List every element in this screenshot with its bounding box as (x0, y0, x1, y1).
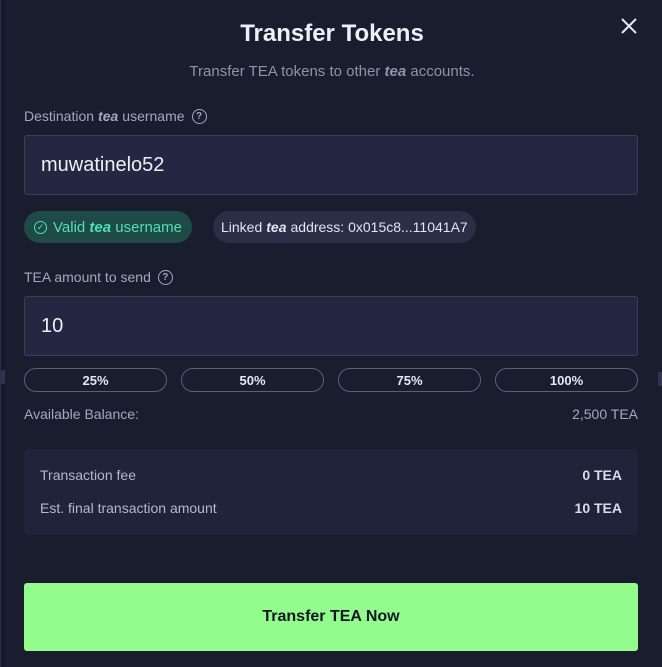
fee-value: 0 TEA (582, 467, 622, 483)
valid-username-badge: ✓ Valid tea username (24, 211, 192, 243)
percent-25-button[interactable]: 25% (24, 368, 167, 392)
amount-input[interactable]: 10 (24, 296, 638, 356)
destination-label-post: username (122, 108, 185, 124)
balance-row: Available Balance: 2,500 TEA (24, 406, 638, 422)
side-tick (1, 370, 5, 384)
percent-50-button[interactable]: 50% (181, 368, 324, 392)
username-input[interactable]: muwatinelo52 (24, 135, 638, 195)
help-icon[interactable]: ? (157, 269, 173, 285)
balance-label: Available Balance: (24, 406, 139, 422)
percent-75-button[interactable]: 75% (338, 368, 481, 392)
destination-label-pre: Destination (24, 108, 95, 124)
final-label: Est. final transaction amount (40, 500, 217, 516)
percent-100-button[interactable]: 100% (495, 368, 638, 392)
subtitle-emphasis: tea (384, 63, 407, 80)
modal-title: Transfer Tokens (240, 20, 424, 47)
fee-row: Transaction fee 0 TEA (40, 467, 622, 483)
balance-value: 2,500 TEA (572, 406, 638, 422)
modal-subtitle: Transfer TEA tokens to other tea account… (1, 63, 662, 80)
percent-buttons: 25% 50% 75% 100% (24, 368, 638, 392)
check-circle-icon: ✓ (34, 220, 47, 234)
amount-value: 10 (41, 314, 64, 337)
destination-label: Destination tea username ? (24, 108, 207, 124)
subtitle-text: Transfer TEA tokens to other (189, 63, 385, 80)
amount-label: TEA amount to send ? (24, 269, 173, 285)
linked-address-badge: Linked tea address: 0x015c8...11041A7 (213, 211, 476, 243)
final-amount-row: Est. final transaction amount 10 TEA (40, 500, 622, 516)
help-icon[interactable]: ? (191, 108, 207, 124)
transfer-modal: Transfer Tokens Transfer TEA tokens to o… (0, 0, 662, 667)
linked-label: Linked (221, 219, 263, 235)
amount-label-text: TEA amount to send (24, 269, 151, 285)
username-value: muwatinelo52 (41, 153, 165, 176)
linked-em: tea (266, 219, 287, 235)
subtitle-text-end: accounts. (406, 63, 475, 80)
final-value: 10 TEA (574, 500, 622, 516)
linked-address: address: 0x015c8...11041A7 (290, 219, 468, 235)
fee-label: Transaction fee (40, 467, 136, 483)
side-tick (658, 372, 662, 386)
transfer-button[interactable]: Transfer TEA Now (24, 583, 638, 651)
valid-text: Valid tea username (53, 218, 182, 236)
modal-edge (1, 0, 5, 667)
fee-summary: Transaction fee 0 TEA Est. final transac… (24, 449, 638, 535)
destination-label-em: tea (98, 108, 119, 124)
